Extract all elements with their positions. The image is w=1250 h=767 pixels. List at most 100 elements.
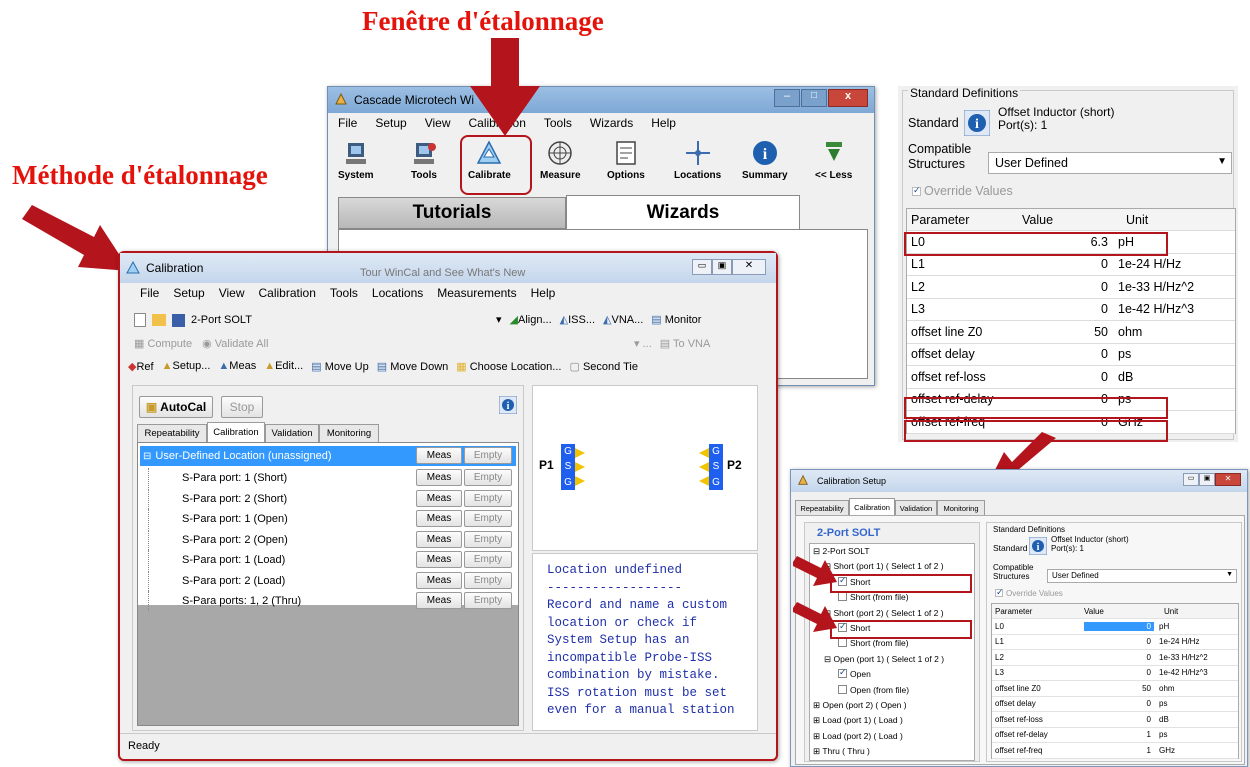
tree-item[interactable]: ⊟ Short (port 1) ( Select 1 of 2 ) bbox=[824, 561, 944, 572]
menu-view[interactable]: View bbox=[425, 116, 451, 130]
cal-maximize-button[interactable]: ▣ bbox=[712, 259, 732, 275]
tab-wizards[interactable]: Wizards bbox=[566, 195, 800, 229]
compute-button[interactable]: ▦ Compute bbox=[134, 337, 192, 350]
empty-button[interactable]: Empty bbox=[464, 510, 512, 527]
cal-menu-view[interactable]: View bbox=[219, 286, 245, 300]
validate-all-button[interactable]: ◉ Validate All bbox=[202, 337, 268, 350]
toolbar-less-button[interactable]: << Less bbox=[815, 139, 852, 181]
menu-tools[interactable]: Tools bbox=[544, 116, 572, 130]
parameter-row[interactable]: offset line Z0 50 ohm bbox=[907, 321, 1235, 344]
setup-parameter-row[interactable]: L0 0 pH bbox=[992, 619, 1238, 635]
empty-button[interactable]: Empty bbox=[464, 489, 512, 507]
collapse-icon[interactable]: ⊟ bbox=[824, 654, 831, 664]
setup-button[interactable]: ▲Setup... bbox=[162, 360, 211, 373]
setup-param-value[interactable]: 0 bbox=[1084, 699, 1154, 708]
cal-menu-tools[interactable]: Tools bbox=[330, 286, 358, 300]
empty-button[interactable]: Empty bbox=[464, 592, 512, 609]
tab-repeatability[interactable]: Repeatability bbox=[137, 424, 207, 442]
meas-button[interactable]: Meas bbox=[416, 489, 462, 507]
align-button[interactable]: ◢Align... bbox=[510, 313, 552, 326]
meas-button[interactable]: Meas bbox=[416, 510, 462, 527]
meas-button[interactable]: Meas bbox=[416, 530, 462, 548]
cal-menu-measurements[interactable]: Measurements bbox=[437, 286, 516, 300]
setup-param-value[interactable]: 0 bbox=[1084, 637, 1154, 646]
collapse-icon[interactable]: ⊟ bbox=[143, 451, 151, 462]
param-value[interactable]: 0 bbox=[1022, 302, 1112, 316]
menu-setup[interactable]: Setup bbox=[375, 116, 406, 130]
tree-item[interactable]: ⊟ Open (port 1) ( Select 1 of 2 ) bbox=[824, 654, 944, 665]
override-values-checkbox[interactable]: Override Values bbox=[912, 184, 1013, 198]
meas-button[interactable]: ▲Meas bbox=[218, 360, 256, 373]
tree-item[interactable]: ⊞ Thru ( Thru ) bbox=[813, 746, 870, 757]
setup-parameter-row[interactable]: L3 0 1e-42 H/Hz^3 bbox=[992, 666, 1238, 681]
monitor-button[interactable]: ▤ Monitor bbox=[651, 313, 701, 326]
param-value[interactable]: 0 bbox=[1022, 370, 1112, 384]
expand-icon[interactable]: ⊞ bbox=[813, 700, 820, 710]
maximize-button[interactable]: □ bbox=[801, 89, 827, 107]
cal-menu-locations[interactable]: Locations bbox=[372, 286, 423, 300]
expand-icon[interactable]: ⊞ bbox=[813, 731, 820, 741]
save-icon[interactable] bbox=[172, 313, 185, 327]
minimize-button[interactable]: – bbox=[774, 89, 800, 107]
tab-validation[interactable]: Validation bbox=[265, 424, 319, 442]
parameter-row[interactable]: L2 0 1e-33 H/Hz^2 bbox=[907, 276, 1235, 299]
checkbox-icon[interactable] bbox=[838, 684, 847, 694]
ref-button[interactable]: ◆Ref bbox=[128, 360, 154, 373]
cal-setup-close-button[interactable]: ✕ bbox=[1215, 473, 1241, 486]
setup-parameter-row[interactable]: L1 0 1e-24 H/Hz bbox=[992, 635, 1238, 650]
to-vna-button[interactable]: ▤ To VNA bbox=[660, 337, 711, 350]
parameter-row[interactable]: L3 0 1e-42 H/Hz^3 bbox=[907, 299, 1235, 321]
cal-menu-file[interactable]: File bbox=[140, 286, 159, 300]
checkbox-icon[interactable] bbox=[838, 592, 847, 602]
setup-param-value[interactable]: 0 bbox=[1084, 715, 1154, 724]
info-icon-small[interactable]: i bbox=[499, 396, 517, 414]
menu-file[interactable]: File bbox=[338, 116, 357, 130]
meas-button[interactable]: Meas bbox=[416, 469, 462, 486]
meas-button-location[interactable]: Meas bbox=[416, 447, 462, 464]
new-file-icon[interactable] bbox=[134, 313, 146, 327]
setup-parameter-row[interactable]: L2 0 1e-33 H/Hz^2 bbox=[992, 650, 1238, 666]
edit-button[interactable]: ▲Edit... bbox=[264, 360, 303, 373]
setup-parameter-row[interactable]: offset delay 0 ps bbox=[992, 697, 1238, 712]
tree-item[interactable]: ⊞ Load (port 1) ( Load ) bbox=[813, 715, 903, 726]
empty-button[interactable]: Empty bbox=[464, 551, 512, 568]
cal-close-button[interactable]: ✕ bbox=[732, 259, 766, 275]
meas-button[interactable]: Meas bbox=[416, 571, 462, 589]
tree-item[interactable]: Short (from file) bbox=[838, 592, 909, 602]
method-selector[interactable]: 2-Port SOLT bbox=[191, 314, 252, 326]
iss-button[interactable]: ◭ISS... bbox=[560, 313, 595, 326]
vna-button[interactable]: ◭VNA... bbox=[603, 313, 643, 326]
toolbar-options-button[interactable]: Options bbox=[607, 139, 645, 181]
meas-button[interactable]: Meas bbox=[416, 592, 462, 609]
param-value[interactable]: 0 bbox=[1022, 257, 1112, 271]
setup-tab-repeatability[interactable]: Repeatability bbox=[795, 500, 849, 515]
setup-param-value[interactable]: 1 bbox=[1084, 730, 1154, 739]
tree-item[interactable]: ⊟ Short (port 2) ( Select 1 of 2 ) bbox=[824, 608, 944, 619]
menu-help[interactable]: Help bbox=[651, 116, 676, 130]
open-folder-icon[interactable] bbox=[152, 314, 166, 326]
tree-item[interactable]: Short (from file) bbox=[838, 638, 909, 648]
move-down-button[interactable]: ▤ Move Down bbox=[377, 360, 449, 373]
setup-parameter-row[interactable]: offset ref-loss 0 dB bbox=[992, 712, 1238, 728]
parameter-row[interactable]: offset ref-loss 0 dB bbox=[907, 366, 1235, 389]
setup-tab-monitoring[interactable]: Monitoring bbox=[937, 500, 985, 515]
setup-param-value[interactable]: 1 bbox=[1084, 746, 1154, 755]
toolbar-system-button[interactable]: System bbox=[338, 139, 374, 181]
setup-parameter-row[interactable]: offset ref-delay 1 ps bbox=[992, 728, 1238, 743]
toolbar-measure-button[interactable]: Measure bbox=[540, 139, 581, 181]
standard-info-icon[interactable]: i bbox=[964, 110, 990, 136]
dropdown-arrow-icon[interactable]: ▾ bbox=[496, 313, 502, 326]
param-value[interactable]: 50 bbox=[1022, 325, 1112, 339]
expand-icon[interactable]: ⊞ bbox=[813, 746, 820, 756]
tree-item[interactable]: ⊞ Load (port 2) ( Load ) bbox=[813, 731, 903, 742]
meas-button[interactable]: Meas bbox=[416, 551, 462, 568]
checkbox-icon[interactable] bbox=[838, 667, 847, 679]
second-tie-button[interactable]: ▢ Second Tie bbox=[569, 360, 638, 373]
empty-button[interactable]: Empty bbox=[464, 469, 512, 486]
cal-setup-maximize-button[interactable]: ▣ bbox=[1199, 473, 1215, 486]
setup-parameter-row[interactable]: offset line Z0 50 ohm bbox=[992, 681, 1238, 697]
setup-param-value[interactable]: 0 bbox=[1084, 653, 1154, 662]
cal-menu-setup[interactable]: Setup bbox=[173, 286, 204, 300]
choose-location-button[interactable]: ▦ Choose Location... bbox=[456, 360, 561, 373]
collapse-icon[interactable]: ⊟ bbox=[813, 546, 820, 556]
